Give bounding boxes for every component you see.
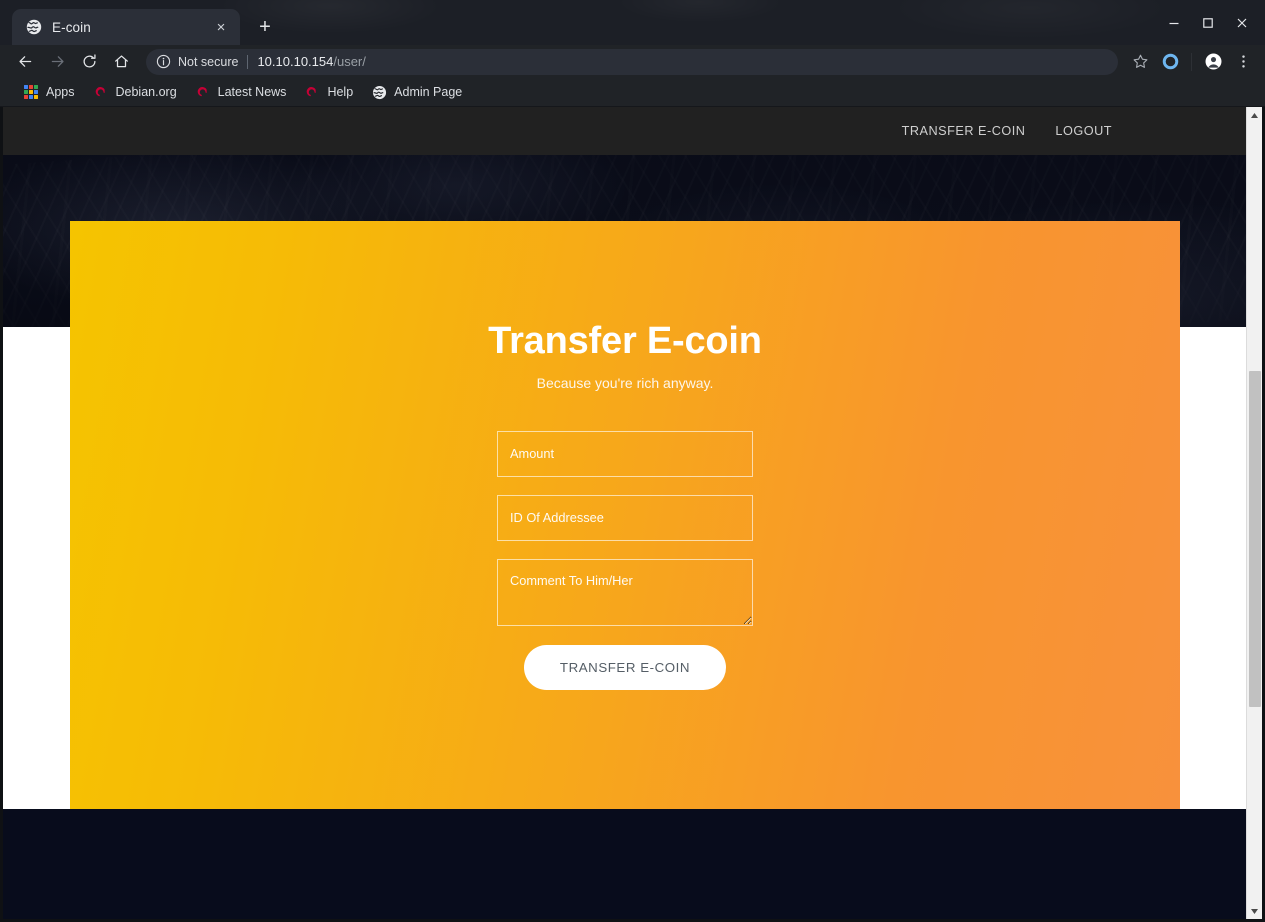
new-tab-button[interactable]: +	[250, 12, 280, 42]
home-icon[interactable]	[106, 48, 136, 76]
addressee-id-input[interactable]	[497, 494, 753, 541]
globe-icon	[26, 19, 42, 35]
transfer-form: TRANSFER E-COIN	[497, 391, 753, 690]
transfer-ecoin-button[interactable]: TRANSFER E-COIN	[523, 644, 727, 690]
url-text: 10.10.10.154/user/	[257, 54, 365, 69]
page-subtitle: Because you're rich anyway.	[536, 374, 714, 391]
comment-textarea[interactable]	[497, 558, 753, 626]
bookmark-debian-org[interactable]: Debian.org	[84, 81, 186, 103]
bookmark-admin-page[interactable]: Admin Page	[362, 81, 471, 103]
page-viewport: TRANSFER E-COIN LOGOUT Transfer E-coin B…	[0, 107, 1265, 922]
bookmark-latest-news[interactable]: Latest News	[186, 81, 296, 103]
forward-arrow-icon[interactable]	[42, 48, 72, 76]
profile-avatar-icon[interactable]	[1199, 49, 1227, 75]
nav-link-logout[interactable]: LOGOUT	[1055, 124, 1112, 138]
scroll-up-arrow-icon[interactable]	[1247, 107, 1262, 123]
toolbar-divider	[1191, 52, 1192, 71]
nav-link-transfer-ecoin[interactable]: TRANSFER E-COIN	[902, 124, 1026, 138]
scroll-down-arrow-icon[interactable]	[1247, 903, 1262, 919]
page-scrollbar[interactable]	[1246, 107, 1262, 919]
minimize-icon[interactable]	[1157, 10, 1191, 36]
security-status-label: Not secure	[178, 54, 239, 69]
apps-grid-icon	[23, 84, 39, 100]
bookmark-label: Apps	[46, 85, 75, 99]
bookmark-label: Help	[327, 85, 354, 99]
debian-swirl-icon	[304, 84, 320, 100]
tab-title: E-coin	[52, 19, 91, 35]
info-circle-icon[interactable]	[156, 54, 171, 69]
extension-circle-icon[interactable]	[1156, 49, 1184, 75]
field-spacer	[497, 477, 753, 495]
back-arrow-icon[interactable]	[10, 48, 40, 76]
globe-icon	[371, 84, 387, 100]
bookmark-apps[interactable]: Apps	[14, 81, 84, 103]
debian-swirl-icon	[195, 84, 211, 100]
debian-swirl-icon	[93, 84, 109, 100]
page-title: Transfer E-coin	[488, 320, 762, 362]
browser-tab-ecoin[interactable]: E-coin ×	[12, 9, 240, 45]
three-dot-menu-icon[interactable]	[1229, 49, 1257, 75]
bookmark-help[interactable]: Help	[295, 81, 362, 103]
star-icon[interactable]	[1126, 49, 1154, 75]
site-navbar: TRANSFER E-COIN LOGOUT	[3, 107, 1262, 155]
bookmark-label: Latest News	[217, 85, 287, 99]
scrollbar-thumb[interactable]	[1249, 371, 1261, 707]
url-path: /user/	[333, 54, 366, 69]
reload-icon[interactable]	[74, 48, 104, 76]
close-icon[interactable]	[1225, 10, 1259, 36]
tab-strip: E-coin × +	[0, 0, 1265, 45]
window-controls	[1157, 10, 1259, 36]
bookmarks-bar: Apps Debian.org Latest News Help Admin P…	[0, 78, 1265, 107]
browser-window: E-coin × + Not secure 10.10.10.154/user/…	[0, 0, 1265, 922]
browser-toolbar: Not secure 10.10.10.154/user/	[0, 45, 1265, 78]
close-icon[interactable]: ×	[212, 18, 230, 36]
address-bar[interactable]: Not secure 10.10.10.154/user/	[146, 48, 1118, 75]
omnibox-divider	[247, 54, 249, 69]
bookmark-label: Admin Page	[394, 85, 463, 99]
maximize-icon[interactable]	[1191, 10, 1225, 36]
submit-button-wrapper: TRANSFER E-COIN	[497, 626, 753, 690]
page-footer	[3, 809, 1262, 919]
bookmark-label: Debian.org	[115, 85, 177, 99]
field-spacer	[497, 541, 753, 559]
transfer-card: Transfer E-coin Because you're rich anyw…	[70, 221, 1180, 809]
url-host: 10.10.10.154	[257, 54, 334, 69]
amount-input[interactable]	[497, 430, 753, 477]
